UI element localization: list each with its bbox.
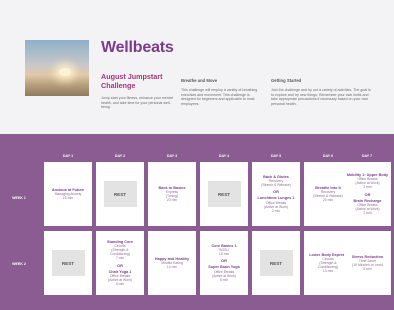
workout-duration: 20 min xyxy=(322,198,334,203)
workout-cell[interactable]: Mobility 1: Upper Body Office Breaks (Ac… xyxy=(344,162,391,226)
challenge-title: August Jumpstart Challenge xyxy=(101,72,163,90)
rest-cell: REST xyxy=(96,162,144,226)
rest-cell: REST xyxy=(44,231,92,295)
workout-duration: 2 min xyxy=(271,209,281,214)
workout-duration: 7 min xyxy=(115,256,125,261)
day-header: DAY 1 xyxy=(62,154,74,158)
workout-duration: 14 min xyxy=(166,265,178,270)
workout-duration: 5 min xyxy=(363,267,372,272)
workout-cell[interactable]: Stress Reduction Time Saver (15 Minutes … xyxy=(344,231,391,295)
workout-type: (Stretch & Release) xyxy=(261,183,291,188)
day-header: DAY 7 xyxy=(361,154,373,158)
workout-duration: 13 min xyxy=(322,269,334,274)
workout-cell[interactable]: Standing Core Circuits (Strength & Condi… xyxy=(96,231,144,295)
header-area: Wellbeats August Jumpstart Challenge Jum… xyxy=(0,0,394,134)
workout-duration: 2 min xyxy=(363,211,372,216)
workout-duration: 2 min xyxy=(363,185,372,190)
workout-duration: 15 min xyxy=(62,196,74,201)
day-header: DAY 2 xyxy=(114,154,126,158)
day-header: DAY 3 xyxy=(166,154,178,158)
sunset-beach-photo xyxy=(25,40,89,96)
week-label: WEEK 1 xyxy=(12,196,26,200)
rest-badge: REST xyxy=(103,181,137,207)
or-separator: OR xyxy=(273,189,279,195)
workout-duration: 20 min xyxy=(166,198,178,203)
workout-cell[interactable]: Back to Basics Express (Toning) 20 min xyxy=(148,162,196,226)
wellbeats-logo: Wellbeats xyxy=(101,39,174,56)
workout-cell[interactable]: Core Basics 1 BOSU 15 min OR Super Brain… xyxy=(200,231,248,295)
rest-cell: REST xyxy=(200,162,248,226)
workout-cell[interactable]: Anxious at Future Managing Anxiety 15 mi… xyxy=(44,162,92,226)
week-label: WEEK 2 xyxy=(12,262,26,266)
workout-duration: 5 min xyxy=(219,278,229,283)
getting-started-heading: Getting Started xyxy=(271,78,302,83)
day-header: DAY 5 xyxy=(270,154,282,158)
workout-duration: 5 min xyxy=(115,282,125,287)
sun-glow xyxy=(59,68,71,76)
or-separator: OR xyxy=(364,191,371,197)
workout-duration: 15 min xyxy=(218,252,230,257)
rest-badge: REST xyxy=(51,250,85,276)
or-separator: OR xyxy=(221,258,227,264)
rest-badge: REST xyxy=(259,250,293,276)
intro-text: Jump start your fitness, enhance your me… xyxy=(101,96,173,110)
workout-cell[interactable]: Happy and Healthy Mindful Eating 14 min xyxy=(148,231,196,295)
or-separator: OR xyxy=(117,262,123,268)
rest-badge: REST xyxy=(207,181,241,207)
getting-started-text: Join the challenge and try out a variety… xyxy=(271,88,371,106)
rest-cell: REST xyxy=(252,231,300,295)
workout-cell[interactable]: Back & Glutes Recovery (Stretch & Releas… xyxy=(252,162,300,226)
breathe-heading: Breathe and Move xyxy=(181,78,218,83)
day-header: DAY 4 xyxy=(218,154,230,158)
breathe-text: This challenge will employ a variety of … xyxy=(181,88,258,106)
